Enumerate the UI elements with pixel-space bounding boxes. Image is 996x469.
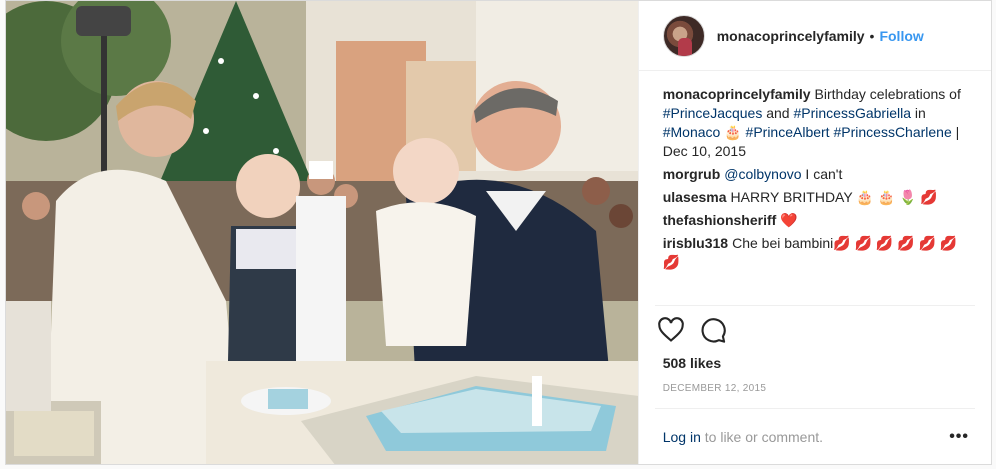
comment-username[interactable]: irisblu318 <box>663 235 728 251</box>
comment-text: I can't <box>801 166 843 182</box>
post-date: DECEMBER 12, 2015 <box>662 383 767 394</box>
hashtag-link[interactable]: #Monaco <box>663 124 721 140</box>
comment-username[interactable]: thefashionsheriff <box>663 212 777 228</box>
login-footer: Log in to like or comment. ••• <box>654 408 975 464</box>
hashtag-link[interactable]: #PrincessCharlene <box>833 124 951 140</box>
list-item: irisblu318 Che bei bambini💋 💋 💋 💋 💋 💋 💋 <box>663 234 969 272</box>
login-prompt-text: to like or comment. <box>700 428 824 445</box>
list-item: thefashionsheriff ❤️ <box>663 211 969 230</box>
separator-dot: • <box>869 27 875 44</box>
comment-mention[interactable]: @colbynovo <box>724 166 801 182</box>
follow-button[interactable]: Follow <box>879 28 923 44</box>
instagram-post: monacoprincelyfamily • Follow monacoprin… <box>5 0 992 465</box>
more-options-icon[interactable]: ••• <box>949 428 969 446</box>
hashtag-link[interactable]: #PrincessGabriella <box>793 105 911 121</box>
caption-fragment: and <box>762 105 794 121</box>
list-item: ulasesma HARRY BRITHDAY 🎂 🎂 🌷 💋 <box>663 188 969 207</box>
caption-username[interactable]: monacoprincelyfamily <box>663 86 811 102</box>
comment-text: ❤️ <box>780 212 798 228</box>
comment-username[interactable]: morgrub <box>663 166 721 182</box>
action-bar <box>654 305 975 353</box>
comment-icon[interactable] <box>699 316 727 344</box>
post-photo[interactable] <box>6 1 638 464</box>
username-link[interactable]: monacoprincelyfamily <box>717 28 865 44</box>
caption-fragment: 🎂 <box>720 124 746 140</box>
photo-illustration <box>6 1 638 464</box>
caption-fragment: in <box>910 105 926 121</box>
post-header: monacoprincelyfamily • Follow <box>638 1 991 71</box>
login-prompt: Log in to like or comment. <box>663 429 823 445</box>
post-side-panel: monacoprincelyfamily • Follow monacoprin… <box>637 1 991 464</box>
caption-fragment: Birthday celebrations of <box>814 86 961 102</box>
list-item: morgrub @colbynovo I can't <box>663 165 969 184</box>
comment-text: HARRY BRITHDAY 🎂 🎂 🌷 💋 <box>730 189 938 205</box>
comment-username[interactable]: ulasesma <box>663 189 727 205</box>
likes-count[interactable]: 508 likes <box>639 355 991 371</box>
caption: monacoprincelyfamily Birthday celebration… <box>663 85 969 161</box>
hashtag-link[interactable]: #PrinceJacques <box>663 105 763 121</box>
comments-list: monacoprincelyfamily Birthday celebration… <box>639 71 991 305</box>
hashtag-link[interactable]: #PrinceAlbert <box>746 124 830 140</box>
login-link[interactable]: Log in <box>663 429 701 445</box>
heart-icon[interactable] <box>657 316 685 344</box>
avatar[interactable] <box>662 14 705 57</box>
